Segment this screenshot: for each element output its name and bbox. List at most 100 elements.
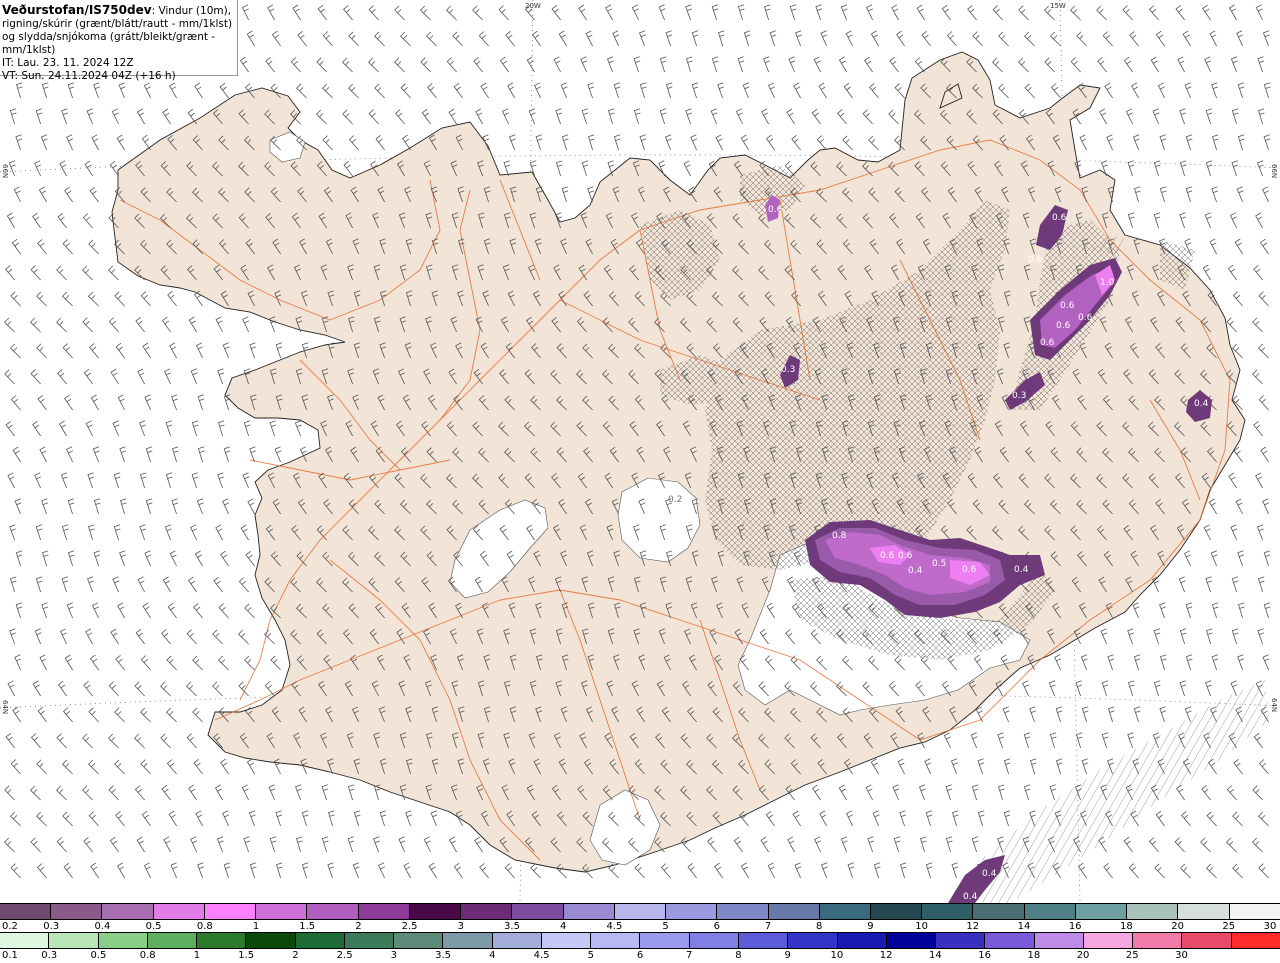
scale-label: 3.5 [504,921,520,932]
scale-swatch [358,904,410,919]
scale-label: 25 [1222,921,1236,932]
lat-label-66n-right: 66N [1270,164,1278,178]
rain-color-scale: 0.1 0.3 0.5 0.8 1 1.5 2 2.5 3 3.5 4 4.5 5 6 7 8 9 10 12 14 1… [0,932,1280,963]
scale-label: 0.3 [43,921,60,932]
scale-swatch [344,933,395,948]
scale-swatch [717,904,769,919]
scale-swatch [1083,933,1134,948]
precip-label: 0.6 [1056,321,1071,331]
scale-label: 4 [560,921,567,932]
scale-label: 5 [587,950,594,961]
scale-swatch [51,904,103,919]
scale-swatch [1024,904,1076,919]
scale-label: 16 [978,950,991,961]
scale-swatch [102,904,154,919]
scale-swatch [819,904,871,919]
scale-label: 8 [735,950,742,961]
scale-label: 0.8 [196,921,213,932]
scale-label: 16 [1068,921,1082,932]
scale-label: 9 [867,921,874,932]
scale-swatch [307,904,359,919]
issue-time: IT: Lau. 23. 11. 2024 12Z [2,57,134,69]
scale-label: 25 [1125,950,1139,961]
scale-label: 0.1 [2,950,18,961]
rain-scale-swatches [0,932,1280,949]
precip-label: 1.0 [1100,278,1115,288]
scale-swatch [886,933,937,948]
scale-label: 2 [292,950,299,961]
scale-swatch [788,933,838,948]
scale-swatch [204,904,257,919]
scale-label: 0.8 [139,950,156,961]
scale-swatch [0,933,50,948]
precip-label: 0.6 [1040,338,1055,348]
scale-label: 0.3 [41,950,58,961]
scale-swatch [147,933,198,948]
scale-swatch [1182,933,1232,948]
scale-label: 2.5 [401,921,418,932]
model-name: Veðurstofan/IS750dev [2,3,152,17]
scale-swatch [246,933,296,948]
scale-swatch [563,904,615,919]
scale-swatch [394,933,444,948]
scale-label: 20 [1076,950,1090,961]
scale-swatch [541,933,592,948]
scale-swatch [197,933,247,948]
scale-label: 3 [390,950,398,961]
scale-swatch [295,933,345,948]
scale-label: 4 [489,950,496,961]
snow-color-scale: 0.2 0.3 0.4 0.5 0.8 1 1.5 2 2.5 3 3.5 4 4.5 5 6 7 8 9 10 12… [0,903,1280,934]
precip-label: 0.6 [962,565,977,575]
scale-swatch [461,904,513,919]
scale-label: 10 [915,921,928,932]
precip-label: 0.3 [781,365,795,375]
scale-label: 6 [636,950,644,961]
snow-scale-swatches [0,903,1280,920]
precip-label: 0.6 [880,551,895,561]
scale-label: 1 [252,921,260,932]
scale-label: 2 [355,921,362,932]
precip-label: 0.3 [1012,391,1026,401]
scale-label: 0.4 [94,921,111,932]
scale-swatch [1133,933,1183,948]
scale-label: 4.5 [606,921,623,932]
scale-label: 18 [1027,950,1041,961]
scale-label: 1 [193,950,201,961]
precip-label: 0.8 [832,531,847,541]
scale-label: 14 [1017,921,1031,932]
scale-swatch [870,904,923,919]
precip-label: 0.4 [1014,565,1029,575]
weather-map: 0.6 0.6 0.6 0.6 0.6 1.0 0.6 0.6 0.3 0.4 … [0,0,1280,903]
scale-label: 2.5 [336,950,353,961]
scale-swatch [614,904,667,919]
scale-label: 0.2 [2,921,18,932]
scale-label: 5 [662,921,669,932]
scale-label: 7 [686,950,693,961]
scale-label: 6 [713,921,720,932]
precip-label: 0.2 [668,495,682,505]
scale-label: 7 [764,921,772,932]
precip-label: 0.4 [1194,399,1209,409]
scale-swatch [640,933,690,948]
scale-swatch [153,904,205,919]
scale-label: 1.5 [299,921,316,932]
valid-time: VT: Sun. 24.11.2024 04Z (+16 h) [2,70,176,82]
scale-label: 30 [1263,921,1277,932]
precip-label: 0.6 [768,205,783,215]
scale-swatch [1034,933,1084,948]
scale-swatch [1075,904,1128,919]
scale-swatch [98,933,148,948]
scale-label: 12 [879,950,893,961]
precip-label: 0.5 [932,559,946,569]
scale-label: 30 [1175,950,1188,961]
precip-label: 0.6 [1060,301,1075,311]
scale-swatch [443,933,493,948]
precip-label: 0.6 [898,551,913,561]
scale-swatch [512,904,564,919]
lat-label-64n-right: 64N [1270,698,1278,712]
scale-swatch [1231,933,1280,948]
scale-swatch [1229,904,1280,919]
scale-swatch [256,904,308,919]
scale-swatch [936,933,986,948]
scale-label: 0.5 [90,950,107,961]
